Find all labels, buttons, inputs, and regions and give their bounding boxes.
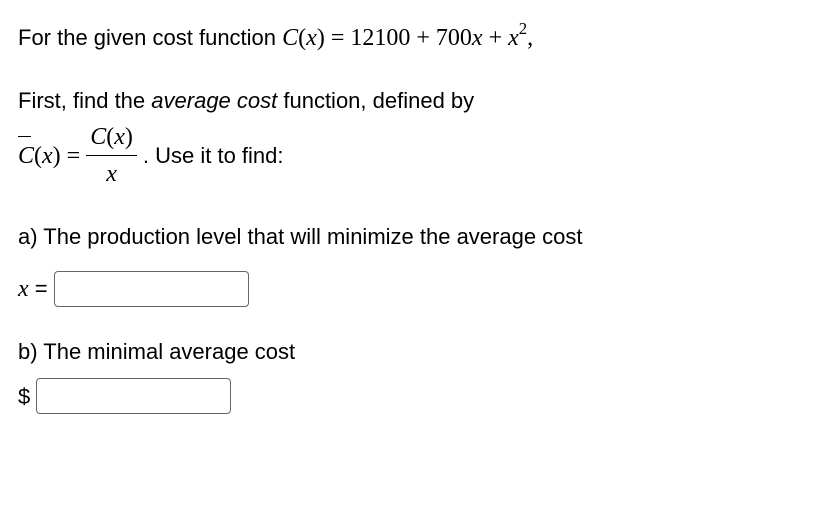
part-b-question: b) The minimal average cost: [18, 335, 818, 368]
part-b-input[interactable]: [36, 378, 231, 414]
avg-cost-prefix: First, find the: [18, 88, 151, 113]
problem-statement-line-1: For the given cost function C(x) = 12100…: [18, 18, 818, 56]
part-b-answer-line: $: [18, 378, 818, 414]
avg-cost-suffix: function, defined by: [277, 88, 474, 113]
problem-statement-line-2: First, find the average cost function, d…: [18, 84, 818, 117]
cost-function-prefix: For the given cost function: [18, 25, 282, 50]
part-a-question: a) The production level that will minimi…: [18, 220, 818, 253]
fraction-numerator: C(x): [86, 119, 137, 156]
avg-cost-italic: average cost: [151, 88, 277, 113]
fraction: C(x) x: [86, 119, 137, 192]
average-cost-formula: C(x) = C(x) x . Use it to find:: [18, 119, 818, 192]
cost-function-equation: C(x) = 12100 + 700x + x2,: [282, 25, 533, 51]
part-a-input[interactable]: [54, 271, 249, 307]
dollar-sign-label: $: [18, 380, 30, 413]
formula-suffix: . Use it to find:: [143, 139, 284, 172]
fraction-denominator: x: [102, 156, 121, 192]
part-a-label: x =: [18, 271, 48, 307]
avg-cost-lhs: C(x) =: [18, 138, 80, 174]
part-a-answer-line: x =: [18, 271, 818, 307]
